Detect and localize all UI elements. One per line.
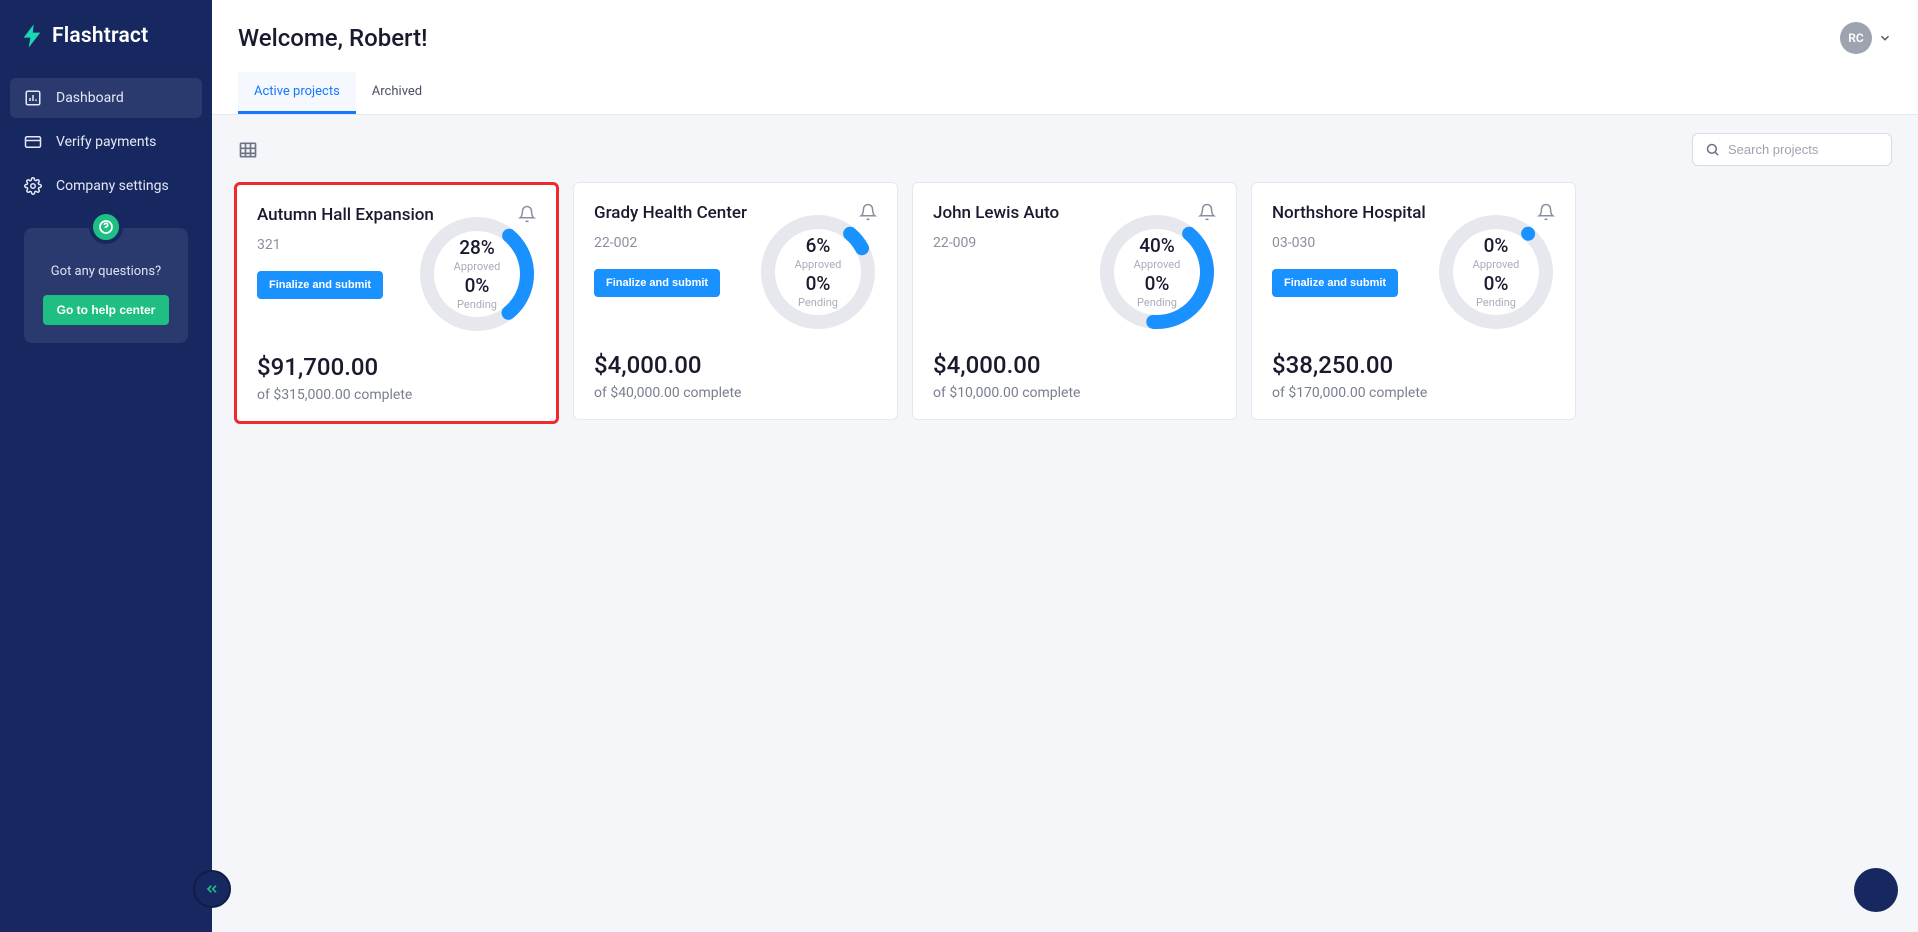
pending-label: Pending: [795, 296, 842, 309]
chevron-down-icon: [1878, 31, 1892, 45]
help-question: Got any questions?: [38, 264, 174, 279]
brand-logo[interactable]: Flashtract: [0, 0, 212, 78]
project-amount: $4,000.00: [594, 351, 877, 379]
sidebar: Flashtract Dashboard Verify payments: [0, 0, 212, 932]
brand-name: Flashtract: [52, 24, 148, 48]
project-cards: Autumn Hall Expansion 321 Finalize and s…: [212, 182, 1918, 450]
project-code: 22-002: [594, 235, 753, 251]
main-content: Welcome, Robert! RC Active projects Arch…: [212, 0, 1918, 932]
floating-action-button[interactable]: [1854, 868, 1898, 912]
approved-label: Approved: [454, 260, 501, 273]
project-card[interactable]: Autumn Hall Expansion 321 Finalize and s…: [234, 182, 559, 424]
project-amount: $4,000.00: [933, 351, 1216, 379]
chart-bar-icon: [24, 89, 42, 107]
project-code: 03-030: [1272, 235, 1431, 251]
tabs: Active projects Archived: [238, 72, 1892, 114]
project-card[interactable]: Grady Health Center 22-002 Finalize and …: [573, 182, 898, 420]
chevron-double-left-icon: [204, 881, 220, 897]
project-card[interactable]: Northshore Hospital 03-030 Finalize and …: [1251, 182, 1576, 420]
project-total: of $315,000.00 complete: [257, 387, 536, 403]
progress-gauge: 0% Approved 0% Pending: [1431, 207, 1561, 337]
grid-view-button[interactable]: [238, 140, 258, 160]
project-title: John Lewis Auto: [933, 203, 1059, 223]
approved-percent: 6%: [795, 235, 842, 258]
help-card: Got any questions? Go to help center: [24, 228, 188, 343]
project-amount: $38,250.00: [1272, 351, 1555, 379]
project-code: 321: [257, 237, 412, 253]
approved-label: Approved: [1134, 258, 1181, 271]
project-title: Autumn Hall Expansion: [257, 205, 434, 225]
approved-percent: 40%: [1134, 235, 1181, 258]
collapse-sidebar-button[interactable]: [193, 870, 231, 908]
sidebar-item-verify-payments[interactable]: Verify payments: [10, 122, 202, 162]
sidebar-item-label: Verify payments: [56, 134, 156, 150]
help-center-button[interactable]: Go to help center: [43, 295, 170, 325]
toolbar: [212, 115, 1918, 182]
finalize-submit-button[interactable]: Finalize and submit: [257, 271, 383, 299]
finalize-submit-button[interactable]: Finalize and submit: [1272, 269, 1398, 297]
progress-gauge: 28% Approved 0% Pending: [412, 209, 542, 339]
help-icon: [89, 210, 123, 244]
project-title: Northshore Hospital: [1272, 203, 1426, 223]
search-input-wrap[interactable]: [1692, 133, 1892, 166]
pending-label: Pending: [1473, 296, 1520, 309]
tab-archived[interactable]: Archived: [356, 72, 438, 114]
project-total: of $170,000.00 complete: [1272, 385, 1555, 401]
project-total: of $40,000.00 complete: [594, 385, 877, 401]
pending-percent: 0%: [454, 275, 501, 298]
pending-percent: 0%: [1134, 273, 1181, 296]
progress-gauge: 40% Approved 0% Pending: [1092, 207, 1222, 337]
progress-gauge: 6% Approved 0% Pending: [753, 207, 883, 337]
pending-label: Pending: [454, 298, 501, 311]
project-total: of $10,000.00 complete: [933, 385, 1216, 401]
approved-label: Approved: [1473, 258, 1520, 271]
search-icon: [1705, 142, 1720, 157]
pending-label: Pending: [1134, 296, 1181, 309]
gear-icon: [24, 177, 42, 195]
credit-card-icon: [24, 133, 42, 151]
tab-active-projects[interactable]: Active projects: [238, 72, 356, 114]
page-title: Welcome, Robert!: [238, 24, 427, 52]
avatar: RC: [1840, 22, 1872, 54]
sidebar-item-dashboard[interactable]: Dashboard: [10, 78, 202, 118]
finalize-submit-button[interactable]: Finalize and submit: [594, 269, 720, 297]
approved-label: Approved: [795, 258, 842, 271]
sidebar-item-company-settings[interactable]: Company settings: [10, 166, 202, 206]
lightning-icon: [22, 24, 42, 48]
approved-percent: 28%: [454, 237, 501, 260]
approved-percent: 0%: [1473, 235, 1520, 258]
project-card[interactable]: John Lewis Auto 22-009 40% Approved: [912, 182, 1237, 420]
project-amount: $91,700.00: [257, 353, 536, 381]
project-title: Grady Health Center: [594, 203, 747, 223]
sidebar-item-label: Company settings: [56, 178, 169, 194]
pending-percent: 0%: [1473, 273, 1520, 296]
project-code: 22-009: [933, 235, 1092, 251]
user-menu[interactable]: RC: [1840, 22, 1892, 54]
sidebar-item-label: Dashboard: [56, 90, 124, 106]
nav: Dashboard Verify payments Company settin…: [0, 78, 212, 210]
search-input[interactable]: [1728, 142, 1904, 157]
header: Welcome, Robert! RC Active projects Arch…: [212, 0, 1918, 115]
pending-percent: 0%: [795, 273, 842, 296]
